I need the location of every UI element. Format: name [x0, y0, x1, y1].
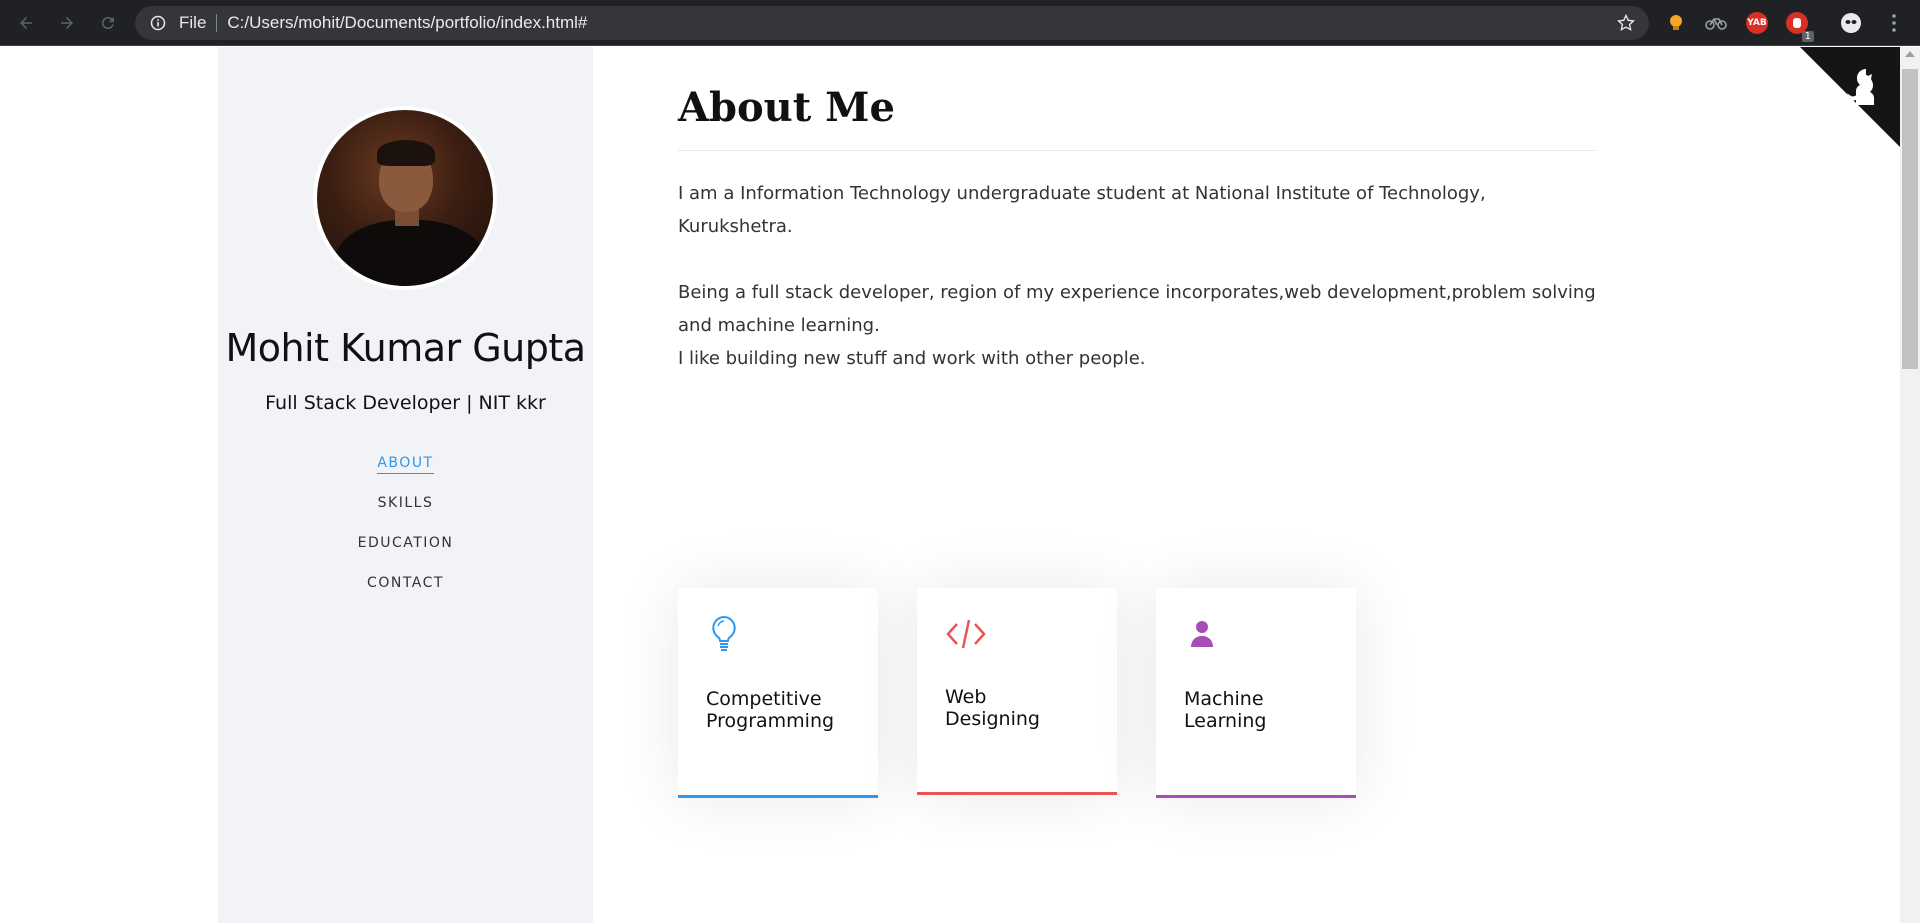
- card-accent-bar: [917, 792, 1117, 795]
- nav-label: ABOUT: [377, 455, 434, 474]
- bicycle-extension-icon[interactable]: [1705, 12, 1727, 34]
- arrow-left-icon: [20, 17, 32, 29]
- reload-icon: [101, 17, 114, 30]
- nav-link-education[interactable]: EDUCATION: [218, 535, 593, 554]
- arrow-right-icon: [61, 17, 73, 29]
- github-octocat-icon: [1800, 47, 1900, 147]
- extension-badge: 1: [1801, 31, 1814, 42]
- section-heading: About Me: [678, 84, 895, 131]
- scrollbar-thumb[interactable]: [1902, 69, 1918, 369]
- url-text[interactable]: C:/Users/mohit/Documents/portfolio/index…: [227, 13, 1615, 33]
- heading-divider: [678, 150, 1596, 151]
- sidebar-nav: ABOUT SKILLS EDUCATION CONTACT: [218, 455, 593, 615]
- bookmark-star-icon[interactable]: [1615, 12, 1637, 34]
- vertical-scrollbar[interactable]: [1900, 47, 1920, 923]
- about-paragraph-2: Being a full stack developer, region of …: [678, 276, 1596, 375]
- lightbulb-icon: [712, 615, 736, 651]
- menu-kebab-icon[interactable]: [1883, 12, 1905, 34]
- forward-button[interactable]: [55, 11, 79, 35]
- card-accent-bar: [1156, 795, 1356, 798]
- reload-button[interactable]: [96, 11, 120, 35]
- nav-link-about[interactable]: ABOUT: [218, 455, 593, 474]
- card-title: Web Designing: [945, 686, 1105, 730]
- info-icon[interactable]: [149, 14, 167, 32]
- nav-link-skills[interactable]: SKILLS: [218, 495, 593, 514]
- card-title-line: Learning: [1184, 710, 1267, 732]
- nav-label: SKILLS: [377, 495, 434, 511]
- github-corner-link[interactable]: [1800, 47, 1900, 147]
- scroll-up-arrow-icon[interactable]: [1905, 51, 1915, 57]
- about-text-line: Being a full stack developer, region of …: [678, 282, 1596, 336]
- back-button[interactable]: [14, 11, 38, 35]
- card-title-line: Designing: [945, 708, 1040, 730]
- divider: [216, 14, 218, 32]
- profile-name: Mohit Kumar Gupta: [225, 326, 586, 370]
- sidebar: Mohit Kumar Gupta Full Stack Developer |…: [218, 47, 593, 923]
- lightbulb-extension-icon[interactable]: [1665, 12, 1687, 34]
- nav-label: EDUCATION: [357, 535, 454, 551]
- profile-photo: [313, 106, 497, 290]
- browser-toolbar: File C:/Users/mohit/Documents/portfolio/…: [0, 0, 1920, 46]
- user-icon: [1191, 621, 1213, 647]
- nav-label: CONTACT: [367, 575, 444, 591]
- card-title-line: Web: [945, 686, 987, 708]
- nav-link-contact[interactable]: CONTACT: [218, 575, 593, 594]
- yab-label: YAB: [1747, 18, 1767, 28]
- photo-body: [335, 220, 485, 286]
- card-title: Machine Learning: [1184, 688, 1344, 732]
- card-title-line: Machine: [1184, 688, 1264, 710]
- card-title-line: Programming: [706, 710, 835, 732]
- service-card-competitive-programming[interactable]: Competitive Programming: [678, 588, 878, 798]
- about-text-line: I like building new stuff and work with …: [678, 348, 1146, 369]
- service-card-machine-learning[interactable]: Machine Learning: [1156, 588, 1356, 798]
- card-title: Competitive Programming: [706, 688, 866, 732]
- profile-subtitle: Full Stack Developer | NIT kkr: [265, 392, 546, 414]
- profile-avatar-icon[interactable]: [1840, 12, 1862, 34]
- address-bar[interactable]: File C:/Users/mohit/Documents/portfolio/…: [135, 6, 1649, 40]
- scheme-label: File: [179, 13, 207, 32]
- code-icon: [946, 619, 986, 649]
- about-paragraph-1: I am a Information Technology undergradu…: [678, 183, 1486, 237]
- card-accent-bar: [678, 795, 878, 798]
- service-card-web-designing[interactable]: Web Designing: [917, 588, 1117, 795]
- red-extension-icon[interactable]: 1: [1786, 12, 1814, 42]
- yab-extension-icon[interactable]: YAB: [1746, 12, 1768, 34]
- photo-hair: [377, 140, 435, 166]
- card-title-line: Competitive: [706, 688, 822, 710]
- page-viewport: Mohit Kumar Gupta Full Stack Developer |…: [0, 47, 1900, 923]
